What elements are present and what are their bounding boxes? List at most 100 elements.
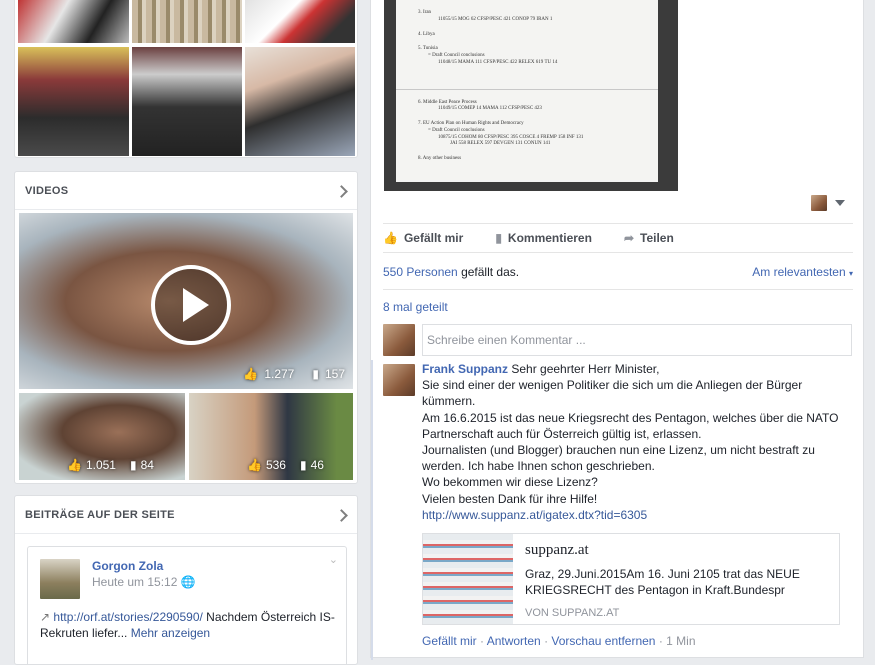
comment-url[interactable]: http://www.suppanz.at/igatex.dtx?tid=630…	[422, 508, 647, 522]
videos-header[interactable]: VIDEOS	[15, 172, 357, 210]
like-button[interactable]: 👍 Gefällt mir	[383, 231, 463, 245]
post-chevron-icon[interactable]: ⌄	[329, 553, 338, 566]
video-thumb[interactable]: 👍 1.051 ▮ 84	[19, 393, 185, 480]
like-icon: 👍	[247, 458, 262, 472]
posts-header[interactable]: BEITRÄGE AUF DER SEITE	[15, 496, 357, 534]
chevron-right-icon[interactable]	[337, 184, 347, 198]
comment-footer: Gefällt mir · Antworten · Vorschau entfe…	[422, 634, 696, 648]
post-link[interactable]: http://orf.at/stories/2290590/	[53, 610, 202, 624]
page-post: Gorgon Zola Heute um 15:12 🌐 ⌄ ↗ http://…	[27, 546, 347, 664]
caret-down-icon	[835, 200, 845, 206]
share-arrow-icon: ➦	[623, 231, 635, 245]
comment-icon: ▮	[495, 231, 502, 245]
post-author[interactable]: Gorgon Zola	[92, 559, 163, 573]
comment-icon: ▮	[312, 367, 319, 381]
photo-thumbnail[interactable]	[245, 0, 355, 43]
link-preview-image	[423, 534, 513, 624]
avatar[interactable]	[383, 364, 415, 396]
shares-link[interactable]: 8 mal geteilt	[383, 300, 448, 314]
remove-preview-link[interactable]: Vorschau entfernen	[551, 634, 655, 648]
comment-icon: ▮	[299, 458, 307, 472]
share-button[interactable]: ➦ Teilen	[624, 231, 674, 245]
comment-text: Sie sind einer der wenigen Politiker die…	[422, 378, 803, 409]
video-main[interactable]: 👍 1.277 ▮ 157	[19, 213, 353, 389]
show-more-link[interactable]: Mehr anzeigen	[127, 626, 210, 640]
thumbs-up-icon: 👍	[383, 231, 398, 245]
photo-thumbnail[interactable]	[18, 47, 129, 156]
post-time-text[interactable]: Heute um 15:12	[92, 575, 177, 589]
video-like-count: 1.051	[85, 458, 116, 472]
play-icon[interactable]	[151, 265, 231, 345]
like-icon: 👍	[243, 367, 259, 381]
chevron-right-icon[interactable]	[337, 508, 347, 522]
comment-label: Kommentieren	[507, 231, 592, 245]
doc-line: 4. Libya	[418, 31, 435, 37]
comment-thread-line	[371, 360, 373, 660]
doc-line: 11048/15 MAMA 111 CFSP/PESC 422 RELEX 61…	[438, 59, 558, 65]
comment-text: Journalisten (und Blogger) brauchen nun …	[422, 443, 815, 474]
post-text: ↗ http://orf.at/stories/2290590/ Nachdem…	[40, 609, 340, 641]
comment-text: Wo bekommen wir diese Lizenz?	[422, 475, 598, 490]
video-comment-count: 157	[324, 367, 345, 381]
caret-down-icon: ▾	[848, 269, 853, 278]
doc-line: = Draft Council conclusions	[428, 127, 485, 133]
comment-time[interactable]: 1 Min	[666, 634, 695, 648]
separator: ·	[540, 634, 552, 648]
doc-line: 10875/15 COHOM 80 CFSP/PESC 395 COSCE 4 …	[438, 134, 584, 140]
doc-line: JAI 558 RELEX 597 DEVGEN 131 CONUN 141	[450, 141, 551, 147]
photo-thumbnail[interactable]	[18, 0, 129, 43]
doc-line: = Draft Council conclusions	[428, 53, 485, 58]
comment-like-link[interactable]: Gefällt mir	[422, 634, 477, 648]
doc-fold	[396, 88, 658, 90]
sort-label: Am relevantesten	[752, 265, 846, 279]
page-posts-card: BEITRÄGE AUF DER SEITE Gorgon Zola Heute…	[14, 495, 358, 665]
photos-card	[14, 0, 358, 158]
doc-line: 6. Middle East Peace Process	[418, 99, 477, 105]
likers-link[interactable]: 550 Personen	[383, 265, 458, 279]
document-page: 3. Iran 11055/15 MOG 62 CFSP/PESC 421 CO…	[396, 0, 658, 182]
link-preview[interactable]: suppanz.at Graz, 29.Juni.2015Am 16. Juni…	[422, 533, 840, 625]
separator: ·	[476, 634, 487, 648]
comment-author[interactable]: Frank Suppanz	[422, 362, 508, 376]
doc-line: 11055/15 MOG 62 CFSP/PESC 421 CONOP 79 I…	[438, 16, 553, 22]
likers-text: gefällt das.	[457, 265, 520, 279]
video-stats: 👍 536 ▮ 46	[247, 458, 324, 472]
globe-icon: 🌐	[180, 575, 196, 589]
doc-line: 8. Any other business	[418, 156, 462, 161]
doc-line: 11049/15 COMEP 14 MAMA 112 CFSP/PESC 423	[438, 106, 542, 112]
videos-title: VIDEOS	[25, 184, 69, 197]
reply-link[interactable]: Antworten	[487, 634, 541, 648]
comment-sort-dropdown[interactable]: Am relevantesten ▾	[752, 265, 853, 279]
link-preview-desc: Graz, 29.Juni.2015Am 16. Juni 2105 trat …	[525, 567, 800, 597]
like-icon: 👍	[67, 458, 82, 472]
doc-line: 3. Iran	[418, 10, 432, 15]
doc-line: 5. Tunisia	[418, 46, 438, 52]
avatar[interactable]	[40, 559, 80, 599]
main-post: 3. Iran 11055/15 MOG 62 CFSP/PESC 421 CO…	[370, 0, 864, 660]
video-like-count: 1.277	[264, 367, 295, 381]
comment-body: Frank Suppanz Sehr geehrter Herr Ministe…	[422, 361, 842, 523]
doc-line: 7. EU Action Plan on Human Rights and De…	[418, 121, 524, 126]
photo-thumbnail[interactable]	[132, 47, 242, 156]
video-comment-count: 46	[310, 458, 324, 472]
like-label: Gefällt mir	[403, 231, 464, 245]
comment-icon: ▮	[129, 458, 137, 472]
comment-text: Vielen besten Dank für ihre Hilfe!	[422, 491, 598, 506]
separator: ·	[655, 634, 667, 648]
post-time: Heute um 15:12 🌐	[92, 575, 196, 589]
link-preview-title: suppanz.at	[525, 542, 589, 558]
post-image-document[interactable]: 3. Iran 11055/15 MOG 62 CFSP/PESC 421 CO…	[384, 0, 678, 191]
video-comment-count: 84	[140, 458, 154, 472]
reactions-row: 550 Personen gefällt das. Am relevantest…	[383, 265, 853, 290]
comment-input[interactable]: Schreibe einen Kommentar ...	[422, 324, 852, 356]
poster-selector[interactable]	[811, 195, 845, 211]
videos-card: VIDEOS 👍 1.277 ▮ 157 👍 1.051 ▮ 84 👍 536 ▮ 46	[14, 171, 358, 484]
photo-thumbnail[interactable]	[132, 0, 242, 43]
avatar	[383, 324, 415, 356]
video-stats: 👍 1.277 ▮ 157	[243, 367, 345, 381]
comment-text: Sehr geehrter Herr Minister,	[508, 362, 660, 376]
photo-thumbnail[interactable]	[245, 47, 355, 156]
comment-button[interactable]: ▮ Kommentieren	[495, 231, 592, 245]
video-thumb[interactable]: 👍 536 ▮ 46	[189, 393, 353, 480]
video-stats: 👍 1.051 ▮ 84	[67, 458, 154, 472]
